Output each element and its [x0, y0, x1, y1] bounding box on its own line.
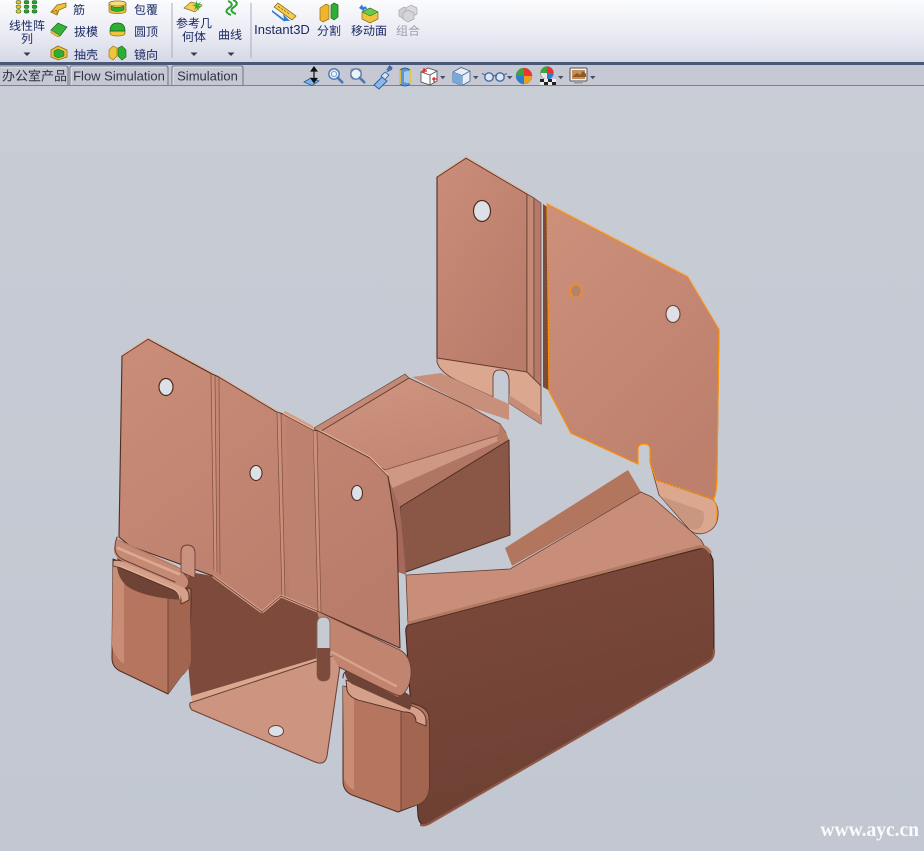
svg-text:Simulation: Simulation: [177, 69, 238, 84]
svg-text:www.ayc.cn: www.ayc.cn: [820, 820, 919, 841]
svg-text:Instant3D: Instant3D: [254, 22, 310, 37]
svg-text:Flow Simulation: Flow Simulation: [73, 69, 165, 84]
